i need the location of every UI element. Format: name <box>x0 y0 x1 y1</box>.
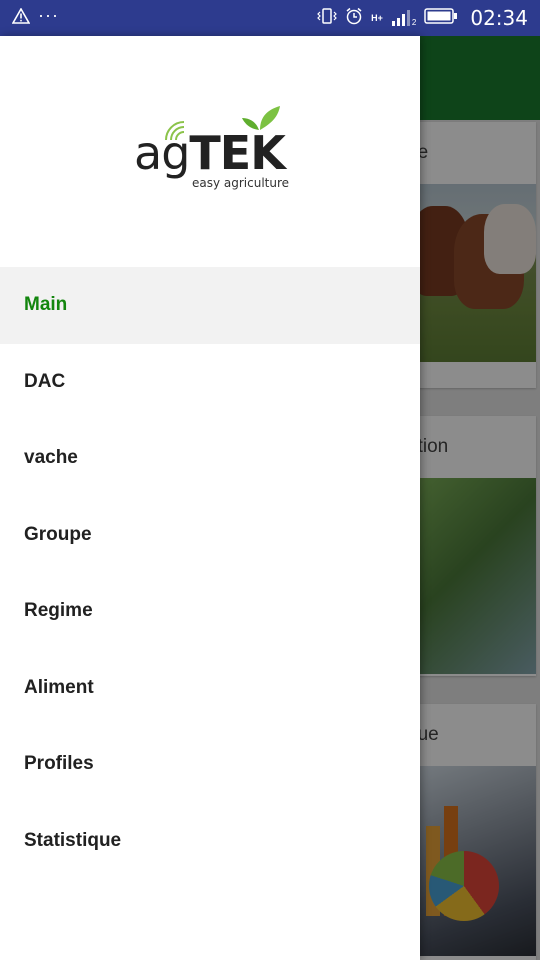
menu-item-statistique[interactable]: Statistique <box>0 803 420 880</box>
menu-item-profiles[interactable]: Profiles <box>0 726 420 803</box>
clock: 02:34 <box>470 6 528 30</box>
more-dots-icon: ··· <box>38 4 59 25</box>
battery-icon <box>424 7 458 29</box>
status-bar: ··· H+ 2 02:34 <box>0 0 540 36</box>
menu-item-groupe[interactable]: Groupe <box>0 497 420 574</box>
network-h-plus-icon: H+ <box>371 12 383 23</box>
agtek-logo: agTEK easy agriculture <box>134 104 294 194</box>
signal-icon: 2 <box>391 9 416 27</box>
menu-item-main[interactable]: Main <box>0 267 420 344</box>
alarm-icon <box>345 7 363 30</box>
logo-wordmark: agTEK <box>134 126 286 180</box>
drawer-header: agTEK easy agriculture <box>0 36 420 267</box>
vibrate-icon <box>317 7 337 30</box>
menu-item-aliment[interactable]: Aliment <box>0 650 420 727</box>
logo-tagline: easy agriculture <box>192 176 290 190</box>
menu-item-regime[interactable]: Regime <box>0 573 420 650</box>
drawer-menu: Main DAC vache Groupe Regime Aliment Pro… <box>0 267 420 879</box>
menu-item-vache[interactable]: vache <box>0 420 420 497</box>
navigation-drawer: agTEK easy agriculture Main DAC vache Gr… <box>0 36 420 960</box>
sim-index: 2 <box>411 18 417 27</box>
status-left: ··· <box>11 4 59 29</box>
menu-item-dac[interactable]: DAC <box>0 344 420 421</box>
warning-icon <box>11 6 31 29</box>
status-right: H+ 2 02:34 <box>317 6 528 30</box>
